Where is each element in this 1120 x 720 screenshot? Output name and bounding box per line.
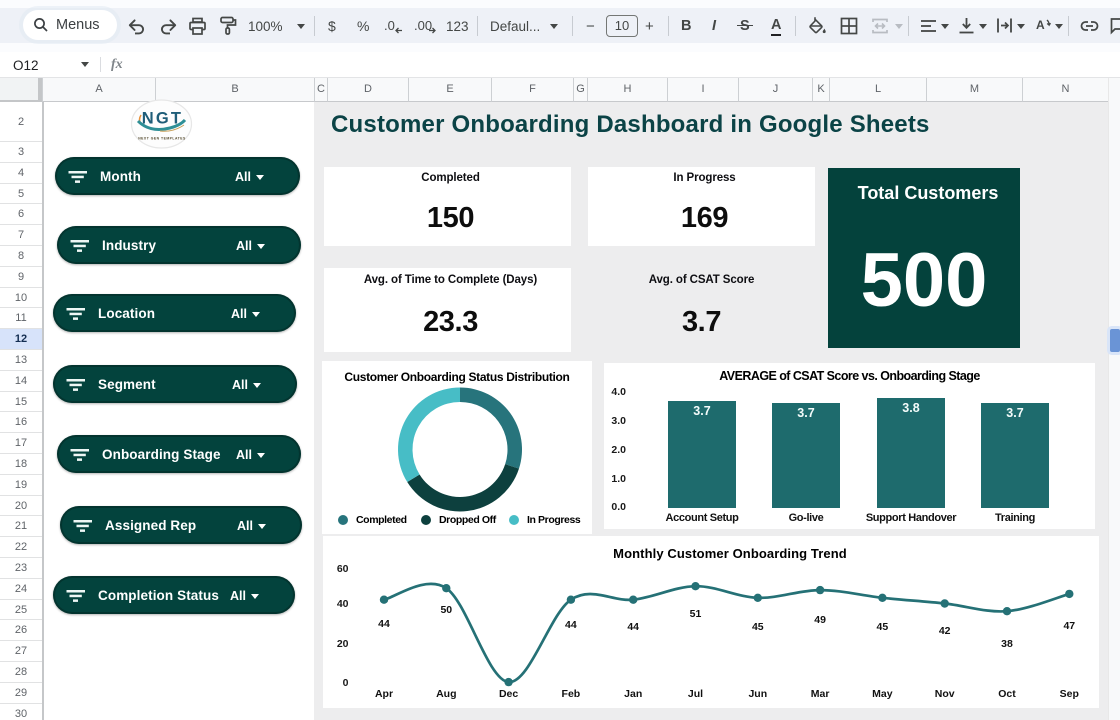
svg-text:A: A [1036, 18, 1045, 32]
svg-text:NEXT GEN TEMPLATES: NEXT GEN TEMPLATES [138, 137, 186, 141]
